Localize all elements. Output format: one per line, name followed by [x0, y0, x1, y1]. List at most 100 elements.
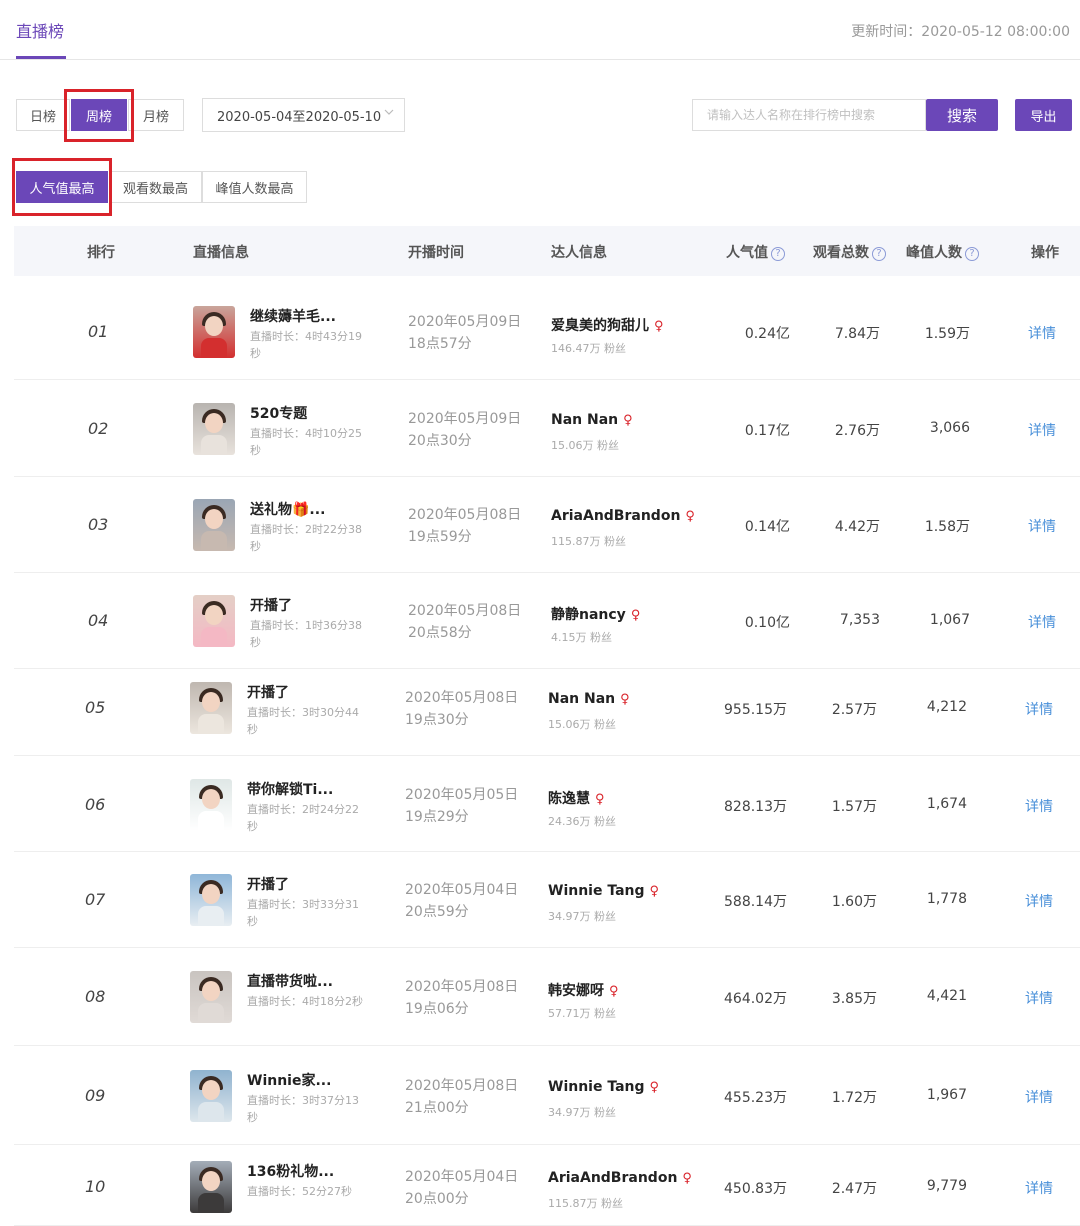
- tab-monthly[interactable]: 月榜: [128, 99, 184, 131]
- detail-link[interactable]: 详情: [1028, 516, 1056, 536]
- rank-number: 04: [88, 611, 109, 630]
- live-duration: 直播时长：4时18分2秒: [247, 995, 363, 1008]
- live-thumbnail[interactable]: [190, 1070, 232, 1122]
- peak-viewers-value: 3,066: [929, 420, 970, 436]
- live-thumbnail[interactable]: [193, 595, 235, 647]
- live-duration: 直播时长：52分27秒: [247, 1185, 352, 1198]
- kol-fans: 34.97万 粉丝: [548, 910, 616, 923]
- kol-fans: 4.15万 粉丝: [551, 631, 612, 644]
- live-title[interactable]: 开播了: [250, 595, 292, 615]
- total-views-value: 7.84万: [834, 326, 880, 342]
- total-views-value: 7,353: [839, 612, 880, 628]
- column-kol-info: 达人信息: [551, 245, 607, 261]
- detail-link[interactable]: 详情: [1028, 612, 1056, 632]
- kol-name[interactable]: 韩安娜呀 ♀: [548, 980, 619, 1000]
- live-thumbnail[interactable]: [193, 499, 235, 551]
- detail-link[interactable]: 详情: [1025, 699, 1053, 719]
- export-button[interactable]: 导出: [1015, 99, 1072, 131]
- thumbnail-face: [205, 509, 223, 529]
- sort-tab-popularity[interactable]: 人气值最高: [16, 171, 108, 203]
- start-clock: 18点57分: [408, 336, 472, 352]
- live-title[interactable]: 开播了: [247, 682, 289, 702]
- peak-viewers-value: 1.59万: [924, 326, 970, 342]
- kol-name-text: Nan Nan: [548, 691, 616, 707]
- detail-link[interactable]: 详情: [1025, 1087, 1053, 1107]
- female-gender-icon: ♀: [620, 692, 630, 707]
- total-views-value: 2.57万: [831, 702, 877, 718]
- thumbnail-body: [198, 714, 224, 734]
- start-clock: 20点58分: [408, 625, 472, 641]
- kol-name[interactable]: 陈逸慧 ♀: [548, 788, 605, 808]
- peak-viewers-value: 1,674: [926, 796, 967, 812]
- help-icon[interactable]: ?: [771, 247, 785, 261]
- sort-tab-views[interactable]: 观看数最高: [109, 171, 202, 203]
- live-title[interactable]: 520专题: [250, 403, 307, 423]
- page-tab-live-ranking[interactable]: 直播榜: [16, 18, 64, 42]
- thumbnail-face: [202, 884, 220, 904]
- kol-name[interactable]: AriaAndBrandon ♀: [551, 508, 695, 524]
- total-views-value: 2.47万: [831, 1181, 877, 1197]
- live-duration: 直播时长：3时30分44秒: [247, 706, 359, 736]
- total-views-value: 2.76万: [834, 423, 880, 439]
- start-date: 2020年05月08日: [408, 507, 522, 523]
- live-title[interactable]: 开播了: [247, 874, 289, 894]
- popularity-value: 450.83万: [724, 1181, 787, 1197]
- start-clock: 20点00分: [405, 1191, 469, 1207]
- table-row: [14, 573, 1080, 669]
- live-duration: 直播时长：2时22分38秒: [250, 523, 362, 553]
- detail-link[interactable]: 详情: [1025, 988, 1053, 1008]
- kol-name[interactable]: Nan Nan ♀: [551, 412, 633, 428]
- chevron-down-icon: [384, 108, 394, 118]
- start-clock: 19点59分: [408, 529, 472, 545]
- date-range-select[interactable]: 2020-05-04至2020-05-10: [202, 98, 405, 132]
- live-thumbnail[interactable]: [193, 403, 235, 455]
- kol-name[interactable]: 爱臭美的狗甜儿 ♀: [551, 315, 664, 335]
- kol-name[interactable]: Nan Nan ♀: [548, 691, 630, 707]
- live-title[interactable]: 136粉礼物...: [247, 1161, 334, 1181]
- column-peak-viewers[interactable]: 峰值人数?: [906, 242, 979, 262]
- column-total-views[interactable]: 观看总数?: [813, 242, 886, 262]
- kol-name[interactable]: AriaAndBrandon ♀: [548, 1170, 692, 1186]
- kol-name-text: 静静nancy: [551, 607, 626, 623]
- live-thumbnail[interactable]: [190, 682, 232, 734]
- live-title[interactable]: 带你解锁Ti...: [247, 779, 333, 799]
- kol-name[interactable]: Winnie Tang ♀: [548, 1079, 659, 1095]
- detail-link[interactable]: 详情: [1025, 796, 1053, 816]
- thumbnail-face: [202, 692, 220, 712]
- detail-link[interactable]: 详情: [1028, 420, 1056, 440]
- tab-weekly[interactable]: 周榜: [71, 99, 127, 131]
- live-thumbnail[interactable]: [190, 874, 232, 926]
- thumbnail-body: [198, 906, 224, 926]
- search-input[interactable]: [692, 99, 926, 131]
- sort-tab-peak[interactable]: 峰值人数最高: [202, 171, 307, 203]
- live-thumbnail[interactable]: [190, 779, 232, 831]
- kol-fans: 57.71万 粉丝: [548, 1007, 616, 1020]
- live-title[interactable]: Winnie家...: [247, 1070, 331, 1090]
- thumbnail-body: [198, 811, 224, 831]
- thumbnail-face: [205, 316, 223, 336]
- kol-name-text: Nan Nan: [551, 412, 619, 428]
- tab-daily[interactable]: 日榜: [16, 99, 70, 131]
- start-date: 2020年05月08日: [405, 690, 519, 706]
- live-thumbnail[interactable]: [193, 306, 235, 358]
- table-row: [14, 1046, 1080, 1145]
- search-button[interactable]: 搜索: [926, 99, 998, 131]
- live-thumbnail[interactable]: [190, 971, 232, 1023]
- detail-link[interactable]: 详情: [1025, 891, 1053, 911]
- popularity-value: 0.14亿: [744, 519, 790, 535]
- detail-link[interactable]: 详情: [1028, 323, 1056, 343]
- help-icon[interactable]: ?: [872, 247, 886, 261]
- kol-name[interactable]: Winnie Tang ♀: [548, 883, 659, 899]
- kol-name[interactable]: 静静nancy ♀: [551, 604, 640, 624]
- start-date: 2020年05月09日: [408, 314, 522, 330]
- active-tab-underline: [16, 56, 66, 59]
- column-popularity[interactable]: 人气值?: [726, 242, 785, 262]
- kol-name-text: AriaAndBrandon: [551, 508, 681, 524]
- detail-link[interactable]: 详情: [1025, 1178, 1053, 1198]
- table-row: [14, 756, 1080, 852]
- live-title[interactable]: 送礼物🎁...: [250, 499, 325, 519]
- live-title[interactable]: 直播带货啦...: [247, 971, 333, 991]
- live-thumbnail[interactable]: [190, 1161, 232, 1213]
- live-title[interactable]: 继续薅羊毛...: [250, 306, 336, 326]
- help-icon[interactable]: ?: [965, 247, 979, 261]
